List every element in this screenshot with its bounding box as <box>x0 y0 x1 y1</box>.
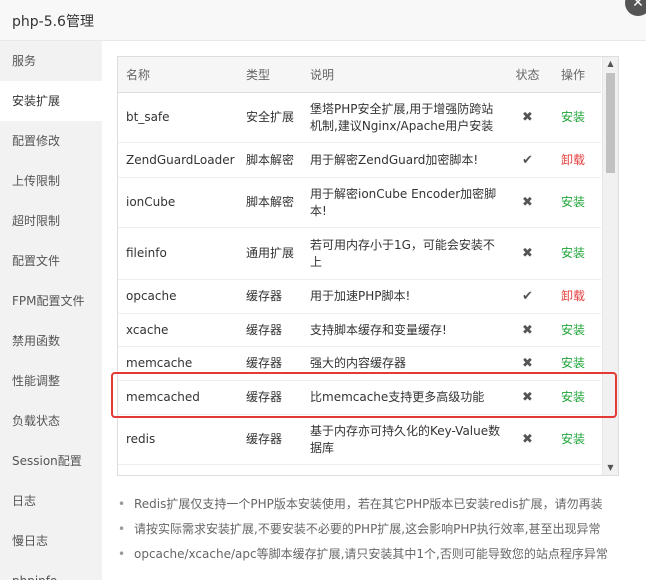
note-item: opcache/xcache/apc等脚本缓存扩展,请只安装其中1个,否则可能导… <box>118 544 638 569</box>
col-header-status: 状态 <box>510 57 545 93</box>
ext-desc: 堡塔PHP安全扩展,用于增强防跨站机制,建议Nginx/Apache用户安装 <box>302 92 510 143</box>
ext-type: 安全扩展 <box>238 92 302 143</box>
sidebar-item-fpm-config[interactable]: FPM配置文件 <box>0 281 102 321</box>
sidebar-item-session-config[interactable]: Session配置 <box>0 441 102 481</box>
install-button[interactable]: 安装 <box>545 227 601 280</box>
install-button[interactable]: 安装 <box>545 92 601 143</box>
status-cross-icon: ✖ <box>510 414 545 465</box>
ext-desc: 若可用内存小于1G，可能会安装不上 <box>302 227 510 280</box>
ext-name: xcache <box>118 313 238 347</box>
ext-type: 缓存器 <box>238 313 302 347</box>
status-cross-icon: ✖ <box>510 227 545 280</box>
table-row: xcache 缓存器 支持脚本缓存和变量缓存! ✖ 安装 <box>118 313 601 347</box>
col-header-type: 类型 <box>238 57 302 93</box>
ext-type: 通用扩展 <box>238 227 302 280</box>
sidebar-item-timeout-limit[interactable]: 超时限制 <box>0 201 102 241</box>
table-row: opcache 缓存器 用于加速PHP脚本! ✔ 卸载 <box>118 279 601 314</box>
install-button[interactable]: 安装 <box>545 313 601 347</box>
sidebar: 服务 安装扩展 配置修改 上传限制 超时限制 配置文件 FPM配置文件 禁用函数… <box>0 41 102 580</box>
ext-type: 脚本解密 <box>238 177 302 228</box>
sidebar-item-log[interactable]: 日志 <box>0 481 102 521</box>
status-cross-icon: ✖ <box>510 92 545 143</box>
dialog-title: php-5.6管理 <box>12 14 94 30</box>
sidebar-item-install-extensions[interactable]: 安装扩展 <box>0 81 102 121</box>
table-header-row: 名称 类型 说明 状态 操作 <box>118 57 601 93</box>
ext-desc: 用于加速PHP脚本! <box>302 279 510 314</box>
table-row: fileinfo 通用扩展 若可用内存小于1G，可能会安装不上 ✖ 安装 <box>118 227 601 280</box>
col-header-action: 操作 <box>545 57 601 93</box>
ext-desc: 支持脚本缓存和变量缓存! <box>302 313 510 347</box>
ext-desc: 用于解密ionCube Encoder加密脚本! <box>302 177 510 228</box>
col-header-desc: 说明 <box>302 57 510 93</box>
highlight-box <box>111 372 617 418</box>
ext-type: 缓存器 <box>238 414 302 465</box>
ext-name: bt_safe <box>118 92 238 143</box>
ext-name: opcache <box>118 279 238 314</box>
note-item: 请按实际需求安装扩展,不要安装不必要的PHP扩展,这会影响PHP执行效率,甚至出… <box>118 519 638 544</box>
install-button[interactable]: 安装 <box>545 414 601 465</box>
sidebar-item-service[interactable]: 服务 <box>0 41 102 81</box>
dialog-titlebar: php-5.6管理 <box>0 0 646 41</box>
table-row: bt_safe 安全扩展 堡塔PHP安全扩展,用于增强防跨站机制,建议Nginx… <box>118 92 601 143</box>
status-check-icon: ✔ <box>510 279 545 314</box>
note-item: Redis扩展仅支持一个PHP版本安装使用，若在其它PHP版本已安装redis扩… <box>118 494 638 519</box>
table-row: redis 缓存器 基于内存亦可持久化的Key-Value数据库 ✖ 安装 <box>118 414 601 465</box>
ext-name: fileinfo <box>118 227 238 280</box>
sidebar-item-slow-log[interactable]: 慢日志 <box>0 521 102 561</box>
uninstall-button[interactable]: 卸载 <box>545 142 601 178</box>
ext-desc: 用于解密ZendGuard加密脚本! <box>302 142 510 178</box>
sidebar-item-config-modify[interactable]: 配置修改 <box>0 121 102 161</box>
ext-type: 缓存器 <box>238 279 302 314</box>
sidebar-item-load-status[interactable]: 负载状态 <box>0 401 102 441</box>
scroll-down-icon[interactable]: ▼ <box>603 461 618 475</box>
uninstall-button[interactable]: 卸载 <box>545 279 601 314</box>
table-row: ionCube 脚本解密 用于解密ionCube Encoder加密脚本! ✖ … <box>118 177 601 228</box>
scroll-up-icon[interactable]: ▲ <box>603 57 618 71</box>
install-button[interactable]: 安装 <box>545 177 601 228</box>
scroll-thumb[interactable] <box>606 73 615 173</box>
sidebar-item-phpinfo[interactable]: phpinfo <box>0 561 102 580</box>
status-check-icon: ✔ <box>510 142 545 178</box>
sidebar-item-upload-limit[interactable]: 上传限制 <box>0 161 102 201</box>
ext-type: 脚本解密 <box>238 142 302 178</box>
table-row: ZendGuardLoader 脚本解密 用于解密ZendGuard加密脚本! … <box>118 142 601 178</box>
status-cross-icon: ✖ <box>510 313 545 347</box>
ext-desc: 基于内存亦可持久化的Key-Value数据库 <box>302 414 510 465</box>
notes-list: Redis扩展仅支持一个PHP版本安装使用，若在其它PHP版本已安装redis扩… <box>118 494 638 569</box>
ext-name: redis <box>118 414 238 465</box>
col-header-name: 名称 <box>118 57 238 93</box>
ext-name: ZendGuardLoader <box>118 142 238 178</box>
ext-name: ionCube <box>118 177 238 228</box>
sidebar-item-config-file[interactable]: 配置文件 <box>0 241 102 281</box>
sidebar-item-disabled-functions[interactable]: 禁用函数 <box>0 321 102 361</box>
sidebar-item-performance[interactable]: 性能调整 <box>0 361 102 401</box>
table-row <box>118 464 601 475</box>
status-cross-icon: ✖ <box>510 177 545 228</box>
